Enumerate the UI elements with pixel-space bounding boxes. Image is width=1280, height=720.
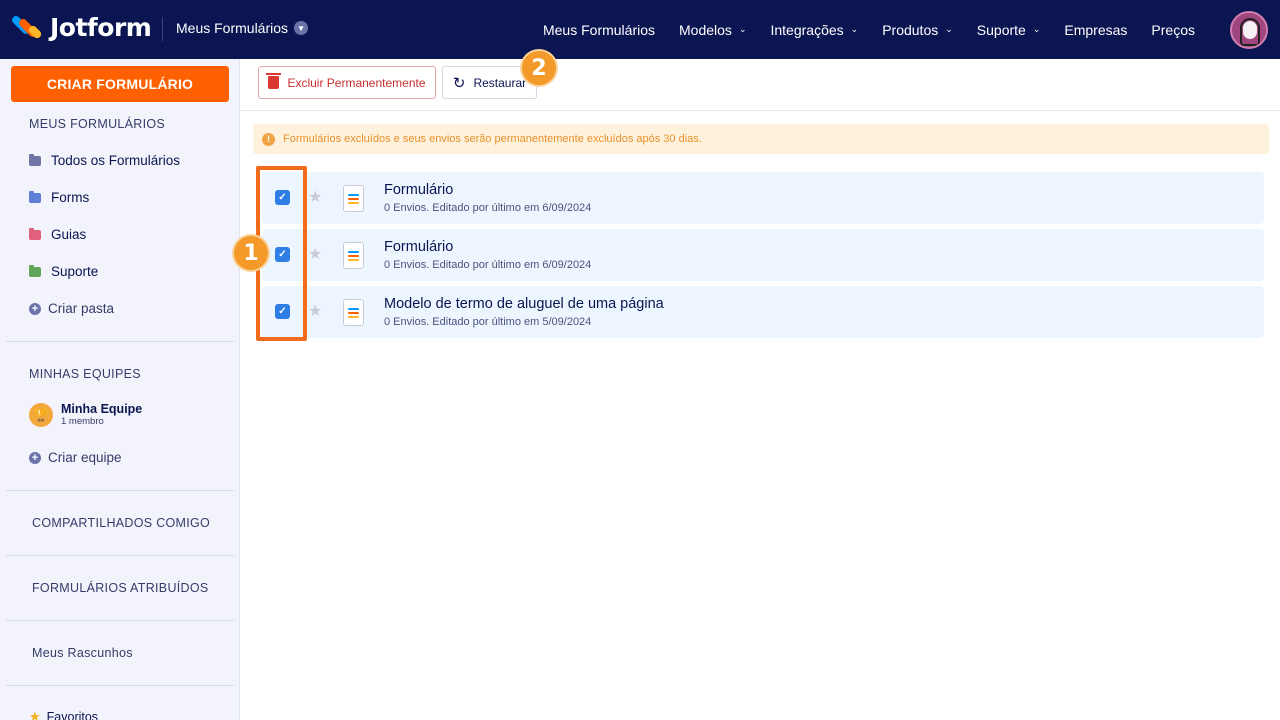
step-1-badge: 1: [234, 236, 268, 270]
form-icon: [343, 242, 364, 269]
step-2-badge: 2: [522, 51, 556, 85]
star-icon[interactable]: ★: [308, 244, 322, 264]
deletion-warning-banner: ! Formulários excluídos e seus envios se…: [253, 124, 1269, 154]
form-list-item[interactable]: ✓ ★ Modelo de termo de aluguel de uma pá…: [262, 286, 1264, 338]
jotform-logo[interactable]: Jotform: [10, 13, 152, 42]
create-form-button[interactable]: CRIAR FORMULÁRIO: [11, 66, 229, 102]
sidebar-item-suporte[interactable]: Suporte: [29, 264, 98, 279]
nav-label: Empresas: [1064, 21, 1128, 38]
form-meta: 0 Envios. Editado por último em 6/09/202…: [384, 259, 592, 271]
sidebar-divider: [6, 490, 234, 491]
sidebar-divider: [6, 685, 234, 686]
team-name: Minha Equipe: [61, 402, 143, 416]
top-navigation-bar: Jotform Meus Formulários ▼ Meus Formulár…: [0, 0, 1280, 59]
chevron-down-icon: ⌄: [1032, 24, 1041, 34]
warning-text: Formulários excluídos e seus envios serã…: [283, 133, 702, 145]
nav-produtos[interactable]: Produtos ⌄: [870, 22, 965, 38]
sidebar-item-label: Forms: [51, 190, 90, 205]
form-title: Modelo de termo de aluguel de uma página: [384, 296, 664, 312]
my-forms-section-title: MEUS FORMULÁRIOS: [29, 117, 166, 131]
form-icon: [343, 185, 364, 212]
create-team-label: Criar equipe: [48, 450, 122, 465]
sidebar-item-all-forms[interactable]: Todos os Formulários: [29, 153, 180, 168]
nav-label: Suporte: [976, 21, 1026, 38]
plus-icon: +: [29, 302, 41, 315]
app-dropdown[interactable]: Meus Formulários ▼: [176, 20, 309, 36]
jotform-logo-icon: [10, 13, 43, 42]
warning-icon: !: [262, 132, 275, 146]
chevron-down-icon: ⌄: [945, 24, 953, 34]
sidebar-item-assigned-forms[interactable]: FORMULÁRIOS ATRIBUÍDOS: [32, 581, 209, 595]
sidebar-divider: [6, 620, 234, 621]
folder-icon: [29, 227, 41, 240]
form-title: Formulário: [384, 239, 454, 255]
chevron-down-icon: ⌄: [738, 24, 747, 34]
folder-icon: [29, 264, 41, 277]
restore-label: Restaurar: [473, 75, 527, 90]
create-folder-button[interactable]: + Criar pasta: [29, 301, 114, 316]
form-meta: 0 Envios. Editado por último em 5/09/202…: [384, 316, 592, 328]
nav-label: Integrações: [770, 21, 844, 38]
folder-icon: [29, 190, 41, 203]
restore-icon: ↻: [452, 74, 466, 92]
sidebar-item-drafts[interactable]: Meus Rascunhos: [32, 646, 133, 660]
sidebar-item-guias[interactable]: Guias: [29, 227, 86, 242]
team-item[interactable]: 🏆 Minha Equipe 1 membro: [29, 402, 142, 427]
form-list-item[interactable]: ✓ ★ Formulário 0 Envios. Editado por últ…: [262, 229, 1264, 281]
form-list-item[interactable]: ✓ ★ Formulário 0 Envios. Editado por últ…: [262, 172, 1264, 224]
star-icon[interactable]: ★: [308, 301, 322, 321]
sidebar-item-label: Guias: [51, 227, 87, 242]
star-icon: ★: [29, 709, 41, 720]
sidebar-item-label: Todos os Formulários: [51, 153, 181, 168]
nav-suporte[interactable]: Suporte ⌄: [965, 22, 1053, 38]
nav-label: Modelos: [679, 21, 732, 38]
my-teams-section-title: MINHAS EQUIPES: [29, 367, 141, 381]
team-members: 1 membro: [61, 416, 104, 427]
user-avatar[interactable]: [1230, 11, 1268, 49]
trophy-icon: 🏆: [29, 402, 53, 427]
nav-integracoes[interactable]: Integrações ⌄: [758, 22, 870, 38]
create-team-button[interactable]: + Criar equipe: [29, 450, 122, 465]
form-title: Formulário: [384, 182, 454, 198]
nav-precos[interactable]: Preços: [1139, 22, 1207, 38]
form-icon: [343, 299, 364, 326]
delete-permanently-button[interactable]: Excluir Permanentemente: [258, 66, 436, 99]
chevron-down-icon: ⌄: [850, 24, 859, 34]
chevron-down-icon: ▼: [294, 21, 309, 35]
form-meta: 0 Envios. Editado por último em 6/09/202…: [384, 202, 592, 214]
nav-modelos[interactable]: Modelos ⌄: [667, 22, 758, 38]
trash-icon: [266, 73, 282, 89]
nav-empresas[interactable]: Empresas: [1052, 22, 1139, 38]
brand-name: Jotform: [50, 13, 152, 42]
folder-icon: [29, 153, 41, 166]
sidebar-divider: [6, 555, 234, 556]
plus-icon: +: [29, 451, 41, 464]
create-folder-label: Criar pasta: [48, 301, 115, 316]
trash-toolbar: Excluir Permanentemente ↻ Restaurar: [241, 59, 1280, 111]
delete-permanently-label: Excluir Permanentemente: [287, 75, 426, 90]
nav-label: Produtos: [882, 21, 939, 38]
sidebar-item-label: Suporte: [51, 264, 99, 279]
star-icon[interactable]: ★: [308, 187, 322, 207]
sidebar-item-shared-with-me[interactable]: COMPARTILHADOS COMIGO: [32, 516, 210, 530]
nav-label: Meus Formulários: [542, 21, 656, 38]
app-dropdown-label: Meus Formulários: [176, 20, 289, 36]
main-nav: Meus Formulários Modelos ⌄ Integrações ⌄ P…: [531, 0, 1207, 59]
avatar-face: [1243, 21, 1257, 39]
sidebar-item-favorites[interactable]: ★ Favoritos: [29, 709, 98, 720]
sidebar-item-forms[interactable]: Forms: [29, 190, 89, 205]
sidebar-divider: [6, 341, 234, 342]
nav-meus-formularios[interactable]: Meus Formulários: [531, 22, 667, 38]
nav-label: Preços: [1151, 21, 1195, 38]
favorites-label: Favoritos: [46, 710, 99, 720]
sidebar: CRIAR FORMULÁRIO MEUS FORMULÁRIOS Todos …: [0, 59, 240, 720]
header-divider: [162, 17, 163, 41]
